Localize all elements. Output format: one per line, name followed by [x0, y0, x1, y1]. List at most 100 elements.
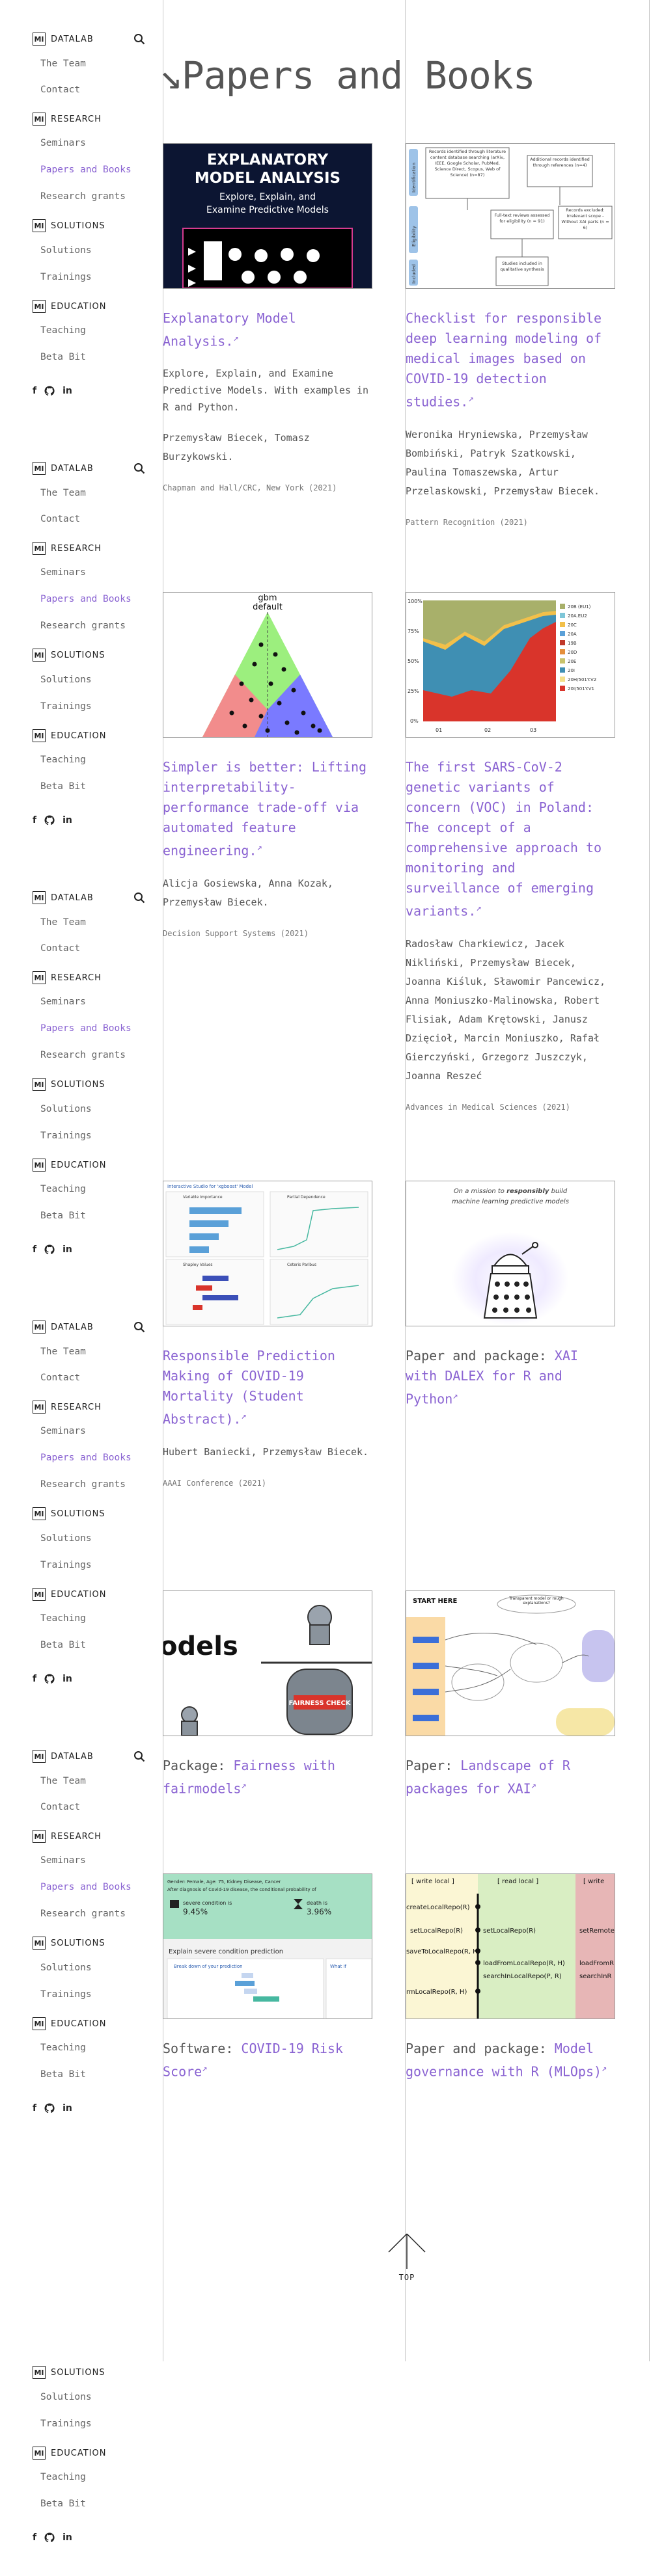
nav-item-papers-and-books[interactable]: Papers and Books: [40, 1023, 132, 1034]
nav-item-teaching[interactable]: Teaching: [40, 755, 86, 765]
nav-section-research[interactable]: MI RESEARCH: [33, 971, 102, 984]
nav-item-papers-and-books[interactable]: Papers and Books: [40, 594, 132, 604]
github-icon[interactable]: [44, 815, 55, 825]
nav-item-teaching[interactable]: Teaching: [40, 1613, 86, 1624]
nav-item-papers-and-books[interactable]: Papers and Books: [40, 1882, 132, 1892]
nav-item-contact[interactable]: Contact: [40, 85, 80, 95]
linkedin-icon[interactable]: in: [62, 2103, 72, 2113]
nav-section-solutions[interactable]: MI SOLUTIONS: [33, 219, 105, 232]
nav-section-solutions[interactable]: MI SOLUTIONS: [33, 1078, 105, 1091]
publication-title-link[interactable]: Checklist for responsible deep learning …: [406, 308, 615, 412]
github-icon[interactable]: [44, 1244, 55, 1255]
nav-item-trainings[interactable]: Trainings: [40, 1131, 92, 1141]
nav-item-contact[interactable]: Contact: [40, 1373, 80, 1383]
nav-item-the-team[interactable]: The Team: [40, 1347, 86, 1357]
nav-section-education[interactable]: MI EDUCATION: [33, 1588, 106, 1601]
nav-section-research[interactable]: MI RESEARCH: [33, 1830, 102, 1843]
thumbnail-xai-landscape[interactable]: START HERE Transparent model or rough ex…: [406, 1590, 615, 1736]
nav-item-contact[interactable]: Contact: [40, 514, 80, 524]
thumbnail-prisma-diagram[interactable]: Identification Eligibility Included Reco…: [406, 143, 615, 289]
nav-item-beta-bit[interactable]: Beta Bit: [40, 1211, 86, 1221]
nav-item-solutions[interactable]: Solutions: [40, 675, 92, 685]
thumbnail-archivist-diagram[interactable]: [ write local ] [ read local ] [ write c…: [406, 1873, 615, 2019]
nav-section-education[interactable]: MI EDUCATION: [33, 2017, 106, 2030]
nav-item-the-team[interactable]: The Team: [40, 488, 86, 498]
nav-item-trainings[interactable]: Trainings: [40, 1989, 92, 2000]
nav-item-beta-bit[interactable]: Beta Bit: [40, 781, 86, 792]
nav-item-seminars[interactable]: Seminars: [40, 138, 86, 148]
nav-item-trainings[interactable]: Trainings: [40, 1560, 92, 1570]
thumbnail-ternary-plot[interactable]: gbm default: [163, 592, 372, 738]
nav-item-seminars[interactable]: Seminars: [40, 997, 86, 1007]
nav-item-beta-bit[interactable]: Beta Bit: [40, 2499, 86, 2509]
nav-section-education[interactable]: MI EDUCATION: [33, 2447, 106, 2460]
nav-item-the-team[interactable]: The Team: [40, 1776, 86, 1786]
facebook-icon[interactable]: f: [33, 2532, 36, 2543]
linkedin-icon[interactable]: in: [62, 386, 72, 396]
nav-section-solutions[interactable]: MI SOLUTIONS: [33, 649, 105, 662]
nav-section-solutions[interactable]: MI SOLUTIONS: [33, 1937, 105, 1950]
nav-item-papers-and-books[interactable]: Papers and Books: [40, 1453, 132, 1463]
nav-item-solutions[interactable]: Solutions: [40, 1104, 92, 1114]
search-icon[interactable]: [133, 1751, 145, 1762]
linkedin-icon[interactable]: in: [62, 1244, 72, 1255]
nav-section-research[interactable]: MI RESEARCH: [33, 2259, 102, 2272]
publication-title-link[interactable]: Simpler is better: Lifting interpretabil…: [163, 757, 372, 861]
nav-item-contact[interactable]: Contact: [40, 1802, 80, 1812]
nav-item-the-team[interactable]: The Team: [40, 59, 86, 69]
nav-item-contact[interactable]: Contact: [40, 2231, 80, 2242]
nav-item-beta-bit[interactable]: Beta Bit: [40, 352, 86, 362]
nav-section-datalab[interactable]: MI DATALAB: [33, 33, 94, 46]
nav-section-education[interactable]: MI EDUCATION: [33, 300, 106, 313]
nav-item-teaching[interactable]: Teaching: [40, 2043, 86, 2053]
nav-section-datalab[interactable]: MI DATALAB: [33, 2179, 94, 2192]
nav-section-datalab[interactable]: MI DATALAB: [33, 1321, 94, 1334]
nav-item-research-grants[interactable]: Research grants: [40, 1909, 126, 1919]
nav-item-solutions[interactable]: Solutions: [40, 245, 92, 256]
facebook-icon[interactable]: f: [33, 1244, 36, 1255]
nav-item-solutions[interactable]: Solutions: [40, 1963, 92, 1973]
nav-item-teaching[interactable]: Teaching: [40, 2472, 86, 2482]
publication-title-link[interactable]: Package: Fairness with fairmodels↗: [163, 1756, 372, 1799]
nav-section-research[interactable]: MI RESEARCH: [33, 542, 102, 555]
publication-title-link[interactable]: Paper and package: Model governance with…: [406, 2039, 615, 2082]
search-icon[interactable]: [133, 463, 145, 474]
nav-item-research-grants[interactable]: Research grants: [40, 191, 126, 202]
facebook-icon[interactable]: f: [33, 1674, 36, 1684]
nav-section-research[interactable]: MI RESEARCH: [33, 113, 102, 126]
nav-section-solutions[interactable]: MI SOLUTIONS: [33, 1507, 105, 1520]
nav-item-seminars[interactable]: Seminars: [40, 567, 86, 578]
publication-title-link[interactable]: The first SARS-CoV-2 genetic variants of…: [406, 757, 615, 922]
facebook-icon[interactable]: f: [33, 386, 36, 396]
linkedin-icon[interactable]: in: [62, 1674, 72, 1684]
github-icon[interactable]: [44, 386, 55, 396]
facebook-icon[interactable]: f: [33, 2103, 36, 2113]
publication-title-link[interactable]: Software: COVID-19 Risk Score↗: [163, 2039, 372, 2082]
nav-item-trainings[interactable]: Trainings: [40, 701, 92, 712]
nav-item-teaching[interactable]: Teaching: [40, 325, 86, 336]
nav-item-seminars[interactable]: Seminars: [40, 2285, 86, 2295]
nav-item-papers-and-books[interactable]: Papers and Books: [40, 165, 132, 175]
publication-title-link[interactable]: Explanatory Model Analysis.↗: [163, 308, 372, 352]
cover-ema-book[interactable]: EXPLANATORY MODEL ANALYSIS Explore, Expl…: [163, 143, 372, 289]
github-icon[interactable]: [44, 2103, 55, 2113]
nav-item-beta-bit[interactable]: Beta Bit: [40, 2069, 86, 2080]
search-icon[interactable]: [133, 892, 145, 904]
nav-item-trainings[interactable]: Trainings: [40, 2419, 92, 2429]
nav-item-research-grants[interactable]: Research grants: [40, 2338, 126, 2348]
search-icon[interactable]: [133, 1321, 145, 1333]
github-icon[interactable]: [44, 2532, 55, 2543]
linkedin-icon[interactable]: in: [62, 815, 72, 825]
publication-title-link[interactable]: Paper: Landscape of R packages for XAI↗: [406, 1756, 615, 1799]
nav-section-datalab[interactable]: MI DATALAB: [33, 891, 94, 904]
nav-item-teaching[interactable]: Teaching: [40, 1184, 86, 1194]
search-icon[interactable]: [133, 33, 145, 45]
publication-title-link[interactable]: Responsible Prediction Making of COVID-1…: [163, 1346, 372, 1430]
thumbnail-variant-area-chart[interactable]: 100% 75% 50% 25% 0% 01 02 03 20B (EU1) 20…: [406, 592, 615, 738]
thumbnail-fairmodels[interactable]: odels FAIRNESS CHECK: [163, 1590, 372, 1736]
github-icon[interactable]: [44, 1674, 55, 1684]
thumbnail-dalex-mission[interactable]: On a mission to responsibly build machin…: [406, 1181, 615, 1326]
nav-item-research-grants[interactable]: Research grants: [40, 621, 126, 631]
nav-section-datalab[interactable]: MI DATALAB: [33, 462, 94, 475]
search-icon[interactable]: [133, 2180, 145, 2192]
